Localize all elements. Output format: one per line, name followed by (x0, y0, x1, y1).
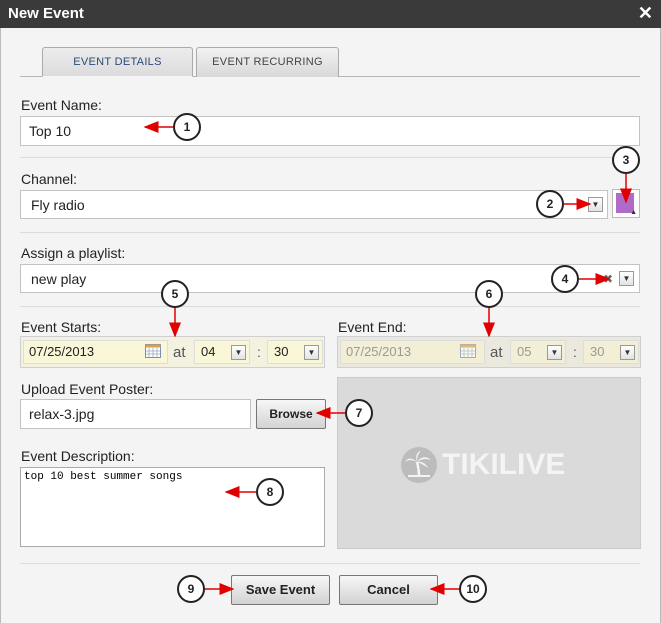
end-minute-value: 30 (590, 344, 605, 359)
window-title: New Event (8, 5, 84, 22)
close-icon[interactable]: ✕ (638, 3, 653, 24)
playlist-label: Assign a playlist: (21, 245, 126, 261)
divider (20, 563, 640, 564)
poster-file-input[interactable]: relax-3.jpg (20, 399, 251, 429)
callout-9: 9 (177, 575, 205, 603)
time-colon: : (257, 344, 261, 360)
event-end-group: 07/25/2013 at 05 ▼ : 30 ▼ (337, 336, 641, 368)
start-minute-select[interactable]: 30 ▼ (267, 340, 323, 364)
title-bar: New Event ✕ (0, 0, 661, 28)
playlist-select[interactable]: new play (20, 264, 640, 293)
channel-color-picker[interactable]: ▲ (612, 189, 640, 218)
tab-event-recurring[interactable]: EVENT RECURRING (196, 47, 339, 77)
event-name-input[interactable]: Top 10 (20, 116, 640, 146)
palm-logo-icon (401, 447, 437, 483)
end-minute-select[interactable]: 30 ▼ (583, 340, 639, 364)
start-minute-value: 30 (274, 344, 289, 359)
poster-filename: relax-3.jpg (29, 406, 95, 422)
end-hour-select[interactable]: 05 ▼ (510, 340, 566, 364)
description-label: Event Description: (21, 448, 135, 464)
poster-label: Upload Event Poster: (21, 381, 154, 397)
callout-7: 7 (345, 399, 373, 427)
calendar-icon[interactable] (460, 344, 476, 358)
divider (20, 232, 640, 233)
tikilive-logo-text: TIKILIVE (442, 448, 566, 481)
callout-1: 1 (173, 113, 201, 141)
calendar-icon[interactable] (145, 344, 161, 358)
event-end-label: Event End: (338, 319, 407, 335)
description-textarea[interactable]: top 10 best summer songs (20, 467, 325, 547)
event-name-label: Event Name: (21, 97, 102, 113)
callout-6: 6 (475, 280, 503, 308)
event-starts-label: Event Starts: (21, 319, 102, 335)
channel-value: Fly radio (31, 196, 85, 213)
chevron-down-icon[interactable]: ▼ (547, 345, 562, 360)
callout-10: 10 (459, 575, 487, 603)
channel-label: Channel: (21, 171, 78, 187)
callout-8: 8 (256, 478, 284, 506)
playlist-value: new play (31, 270, 87, 287)
channel-dropdown-icon[interactable]: ▼ (588, 197, 603, 212)
poster-preview: TIKILIVE (337, 377, 641, 549)
cancel-button[interactable]: Cancel (339, 575, 438, 605)
callout-3: 3 (612, 146, 640, 174)
event-name-value: Top 10 (29, 123, 72, 139)
clear-icon[interactable]: ✖ (603, 272, 613, 286)
callout-4: 4 (551, 265, 579, 293)
save-event-button[interactable]: Save Event (231, 575, 330, 605)
time-colon: : (573, 344, 577, 360)
chevron-down-icon[interactable]: ▼ (620, 345, 635, 360)
at-label: at (490, 344, 503, 361)
channel-select[interactable]: Fly radio (20, 190, 608, 219)
divider (20, 157, 640, 158)
caret-up-icon: ▲ (630, 209, 637, 216)
event-starts-group: 07/25/2013 at 04 ▼ : 30 ▼ (20, 336, 325, 368)
divider (20, 306, 640, 307)
tab-event-details[interactable]: EVENT DETAILS (42, 47, 193, 77)
playlist-dropdown-icon[interactable]: ▼ (619, 271, 634, 286)
start-hour-value: 04 (201, 344, 216, 359)
tikilive-logo: TIKILIVE (400, 446, 565, 484)
chevron-down-icon[interactable]: ▼ (231, 345, 246, 360)
callout-2: 2 (536, 190, 564, 218)
end-hour-value: 05 (517, 344, 532, 359)
chevron-down-icon[interactable]: ▼ (304, 345, 319, 360)
at-label: at (173, 344, 186, 361)
callout-5: 5 (161, 280, 189, 308)
start-hour-select[interactable]: 04 ▼ (194, 340, 250, 364)
browse-button[interactable]: Browse (256, 399, 326, 429)
